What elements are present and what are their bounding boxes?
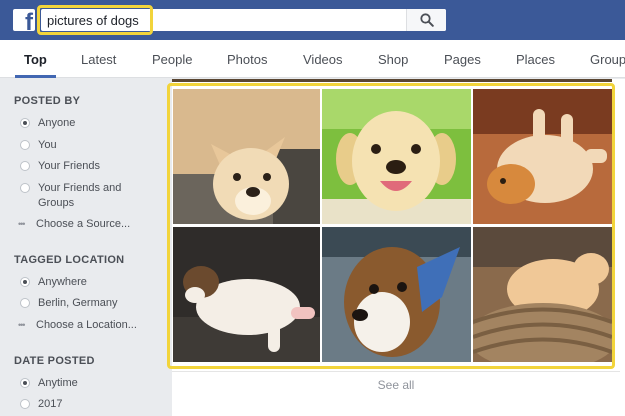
tab-top[interactable]: Top <box>24 52 47 67</box>
option-anyone[interactable]: Anyone <box>38 116 158 131</box>
filter-sidebar: POSTED BY Anyone You Your Friends Your F… <box>0 79 165 416</box>
option-anytime[interactable]: Anytime <box>38 376 158 391</box>
option-you[interactable]: You <box>38 138 158 153</box>
option-2017[interactable]: 2017 <box>38 397 158 412</box>
top-navigation-bar: f <box>0 0 625 40</box>
tab-latest[interactable]: Latest <box>81 52 116 67</box>
choose-location-link[interactable]: Choose a Location... <box>36 318 161 333</box>
radio-anywhere[interactable] <box>20 277 30 287</box>
radio-2017[interactable] <box>20 399 30 409</box>
tab-people[interactable]: People <box>152 52 192 67</box>
see-all-link[interactable]: See all <box>172 378 620 392</box>
tab-videos[interactable]: Videos <box>303 52 343 67</box>
search-button[interactable] <box>406 9 446 31</box>
radio-anyone[interactable] <box>20 118 30 128</box>
search-tabs: Top Latest People Photos Videos Shop Pag… <box>0 40 625 78</box>
tab-groups[interactable]: Group <box>590 52 625 67</box>
radio-you[interactable] <box>20 140 30 150</box>
active-tab-indicator <box>15 75 56 78</box>
option-friends-and-groups[interactable]: Your Friends and Groups <box>38 181 128 211</box>
option-your-friends[interactable]: Your Friends <box>38 159 158 174</box>
tab-places[interactable]: Places <box>516 52 555 67</box>
divider <box>172 371 620 372</box>
filter-title-tagged-location: TAGGED LOCATION <box>14 254 125 266</box>
previous-row-strip <box>172 79 612 82</box>
search-highlight-box <box>37 5 153 35</box>
more-dots-icon: ••• <box>18 320 26 330</box>
facebook-logo-icon[interactable]: f <box>13 9 35 31</box>
option-berlin[interactable]: Berlin, Germany <box>38 296 158 311</box>
radio-berlin[interactable] <box>20 298 30 308</box>
filter-title-date-posted: DATE POSTED <box>14 355 95 367</box>
photo-grid-highlight-box <box>167 83 615 369</box>
more-dots-icon: ••• <box>18 219 26 229</box>
magnifier-icon <box>420 13 434 27</box>
radio-friends-and-groups[interactable] <box>20 183 30 193</box>
tab-photos[interactable]: Photos <box>227 52 267 67</box>
tab-pages[interactable]: Pages <box>444 52 481 67</box>
filter-title-posted-by: POSTED BY <box>14 95 81 107</box>
radio-your-friends[interactable] <box>20 161 30 171</box>
tab-shop[interactable]: Shop <box>378 52 408 67</box>
choose-source-link[interactable]: Choose a Source... <box>36 217 156 232</box>
radio-anytime[interactable] <box>20 378 30 388</box>
option-anywhere[interactable]: Anywhere <box>38 275 158 290</box>
